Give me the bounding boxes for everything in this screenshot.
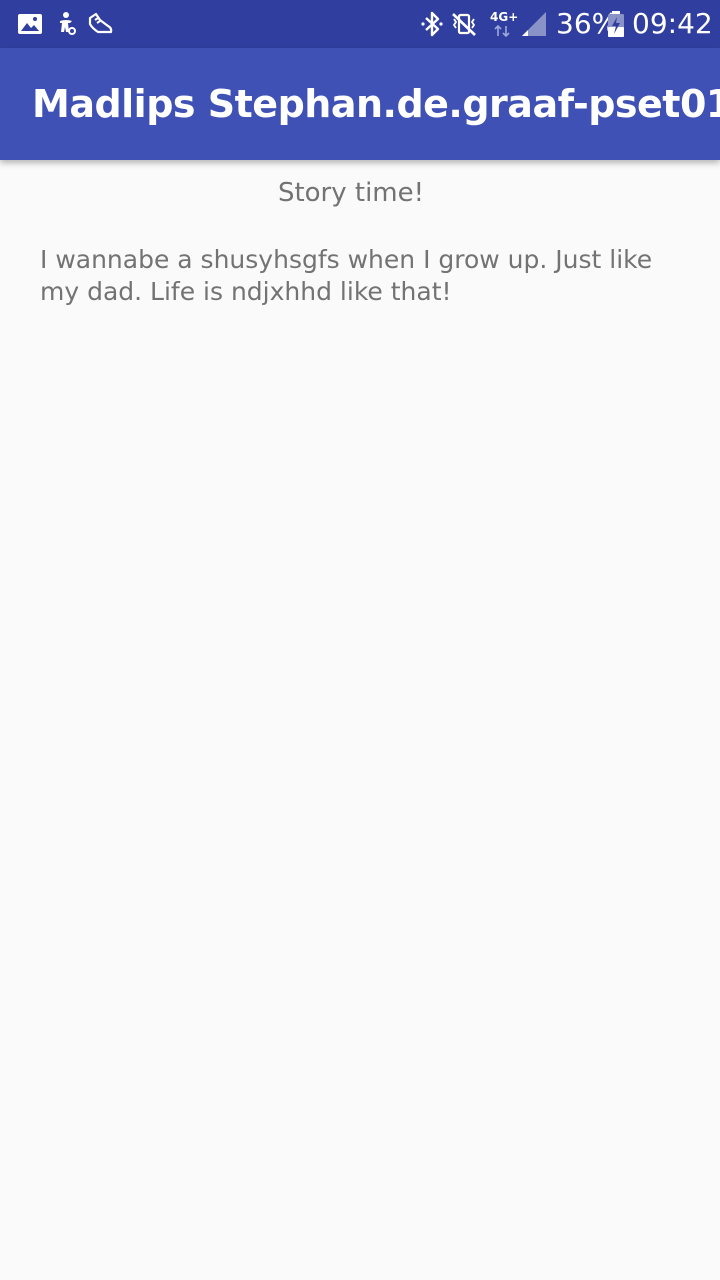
bluetooth-icon (421, 11, 443, 37)
status-time: 09:42 (632, 7, 713, 40)
story-text: I wannabe a shusyhsgfs when I grow up. J… (40, 245, 653, 306)
story-heading: Story time! (277, 178, 425, 208)
network-type-label: 4G+ (490, 10, 519, 24)
data-arrows-icon (494, 25, 510, 37)
battery-charging-icon (608, 11, 624, 37)
status-bar: 4G+ 36% 09:42 (0, 0, 720, 48)
vibrate-mute-icon (452, 13, 476, 36)
story-screen: Story time! I wannabe a shusyhsgfs when … (0, 160, 720, 1280)
accessibility-icon (60, 12, 76, 35)
app-bar: Madlips Stephan.de.graaf-pset01 (0, 48, 720, 160)
network-4g-icon: 4G+ (488, 10, 518, 40)
app-title: Madlips Stephan.de.graaf-pset01 (32, 82, 720, 126)
signal-icon (522, 12, 546, 36)
running-shoe-icon (88, 12, 113, 34)
gallery-icon (18, 14, 42, 34)
